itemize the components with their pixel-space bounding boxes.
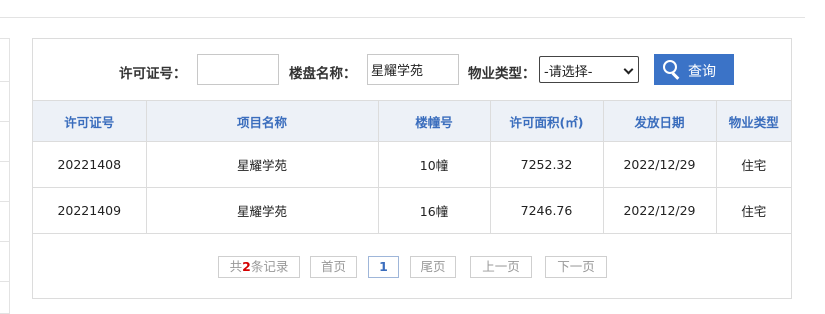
cell-issue-date: 2022/12/29	[602, 187, 717, 234]
left-sidebar-edge	[0, 38, 10, 314]
cell-building-number: 16幢	[377, 187, 491, 234]
cell-project-name: 星耀学苑	[145, 187, 379, 234]
cell-permit-number: 20221409	[33, 187, 147, 234]
cell-issue-date: 2022/12/29	[602, 141, 717, 188]
column-header-building-number: 楼幢号	[377, 100, 491, 142]
property-type-select[interactable]: -请选择-	[539, 56, 639, 83]
cell-building-number: 10幢	[377, 141, 491, 188]
page-1-button[interactable]: 1	[368, 256, 399, 278]
cell-property-type: 住宅	[715, 141, 791, 188]
chevron-down-icon	[623, 64, 634, 75]
project-name-input[interactable]	[367, 54, 459, 85]
table-row[interactable]: 20221409 星耀学苑 16幢 7246.76 2022/12/29 住宅	[33, 187, 791, 234]
project-name-label: 楼盘名称：	[289, 66, 357, 82]
pagination: 共2条记录 首页 1 尾页 上一页 下一页	[33, 256, 791, 282]
search-button[interactable]: 查询	[654, 54, 734, 85]
cell-property-type: 住宅	[715, 187, 791, 234]
column-header-permit-area: 许可面积(㎡)	[489, 100, 604, 142]
last-page-button[interactable]: 尾页	[410, 256, 456, 278]
permit-number-input[interactable]	[197, 54, 279, 85]
record-count-suffix: 条记录	[250, 259, 289, 274]
first-page-button[interactable]: 首页	[310, 256, 357, 278]
search-form: 许可证号： 楼盘名称： 物业类型： -请选择- 查询	[33, 39, 791, 100]
cell-project-name: 星耀学苑	[145, 141, 379, 188]
record-count: 共2条记录	[218, 256, 300, 278]
search-button-label: 查询	[688, 63, 716, 79]
column-header-issue-date: 发放日期	[602, 100, 717, 142]
previous-page-button[interactable]: 上一页	[470, 256, 532, 278]
record-count-prefix: 共	[229, 259, 243, 274]
permit-number-label: 许可证号：	[119, 66, 187, 82]
column-header-project-name: 项目名称	[145, 100, 379, 142]
record-count-number: 2	[242, 259, 251, 274]
property-type-selected: -请选择-	[544, 65, 593, 80]
results-table: 许可证号 项目名称 楼幢号 许可面积(㎡) 发放日期 物业类型 20221408…	[33, 100, 791, 234]
search-panel: 许可证号： 楼盘名称： 物业类型： -请选择- 查询 许可证号 项目名称 楼幢号…	[32, 38, 792, 299]
column-header-property-type: 物业类型	[715, 100, 791, 142]
table-row[interactable]: 20221408 星耀学苑 10幢 7252.32 2022/12/29 住宅	[33, 141, 791, 188]
property-type-label: 物业类型：	[468, 66, 536, 82]
cell-permit-number: 20221408	[33, 141, 147, 188]
table-header-row: 许可证号 项目名称 楼幢号 许可面积(㎡) 发放日期 物业类型	[33, 100, 791, 142]
cell-permit-area: 7246.76	[489, 187, 604, 234]
search-icon	[663, 60, 680, 80]
next-page-button[interactable]: 下一页	[545, 256, 607, 278]
top-divider	[0, 17, 805, 18]
column-header-permit-number: 许可证号	[33, 100, 147, 142]
cell-permit-area: 7252.32	[489, 141, 604, 188]
